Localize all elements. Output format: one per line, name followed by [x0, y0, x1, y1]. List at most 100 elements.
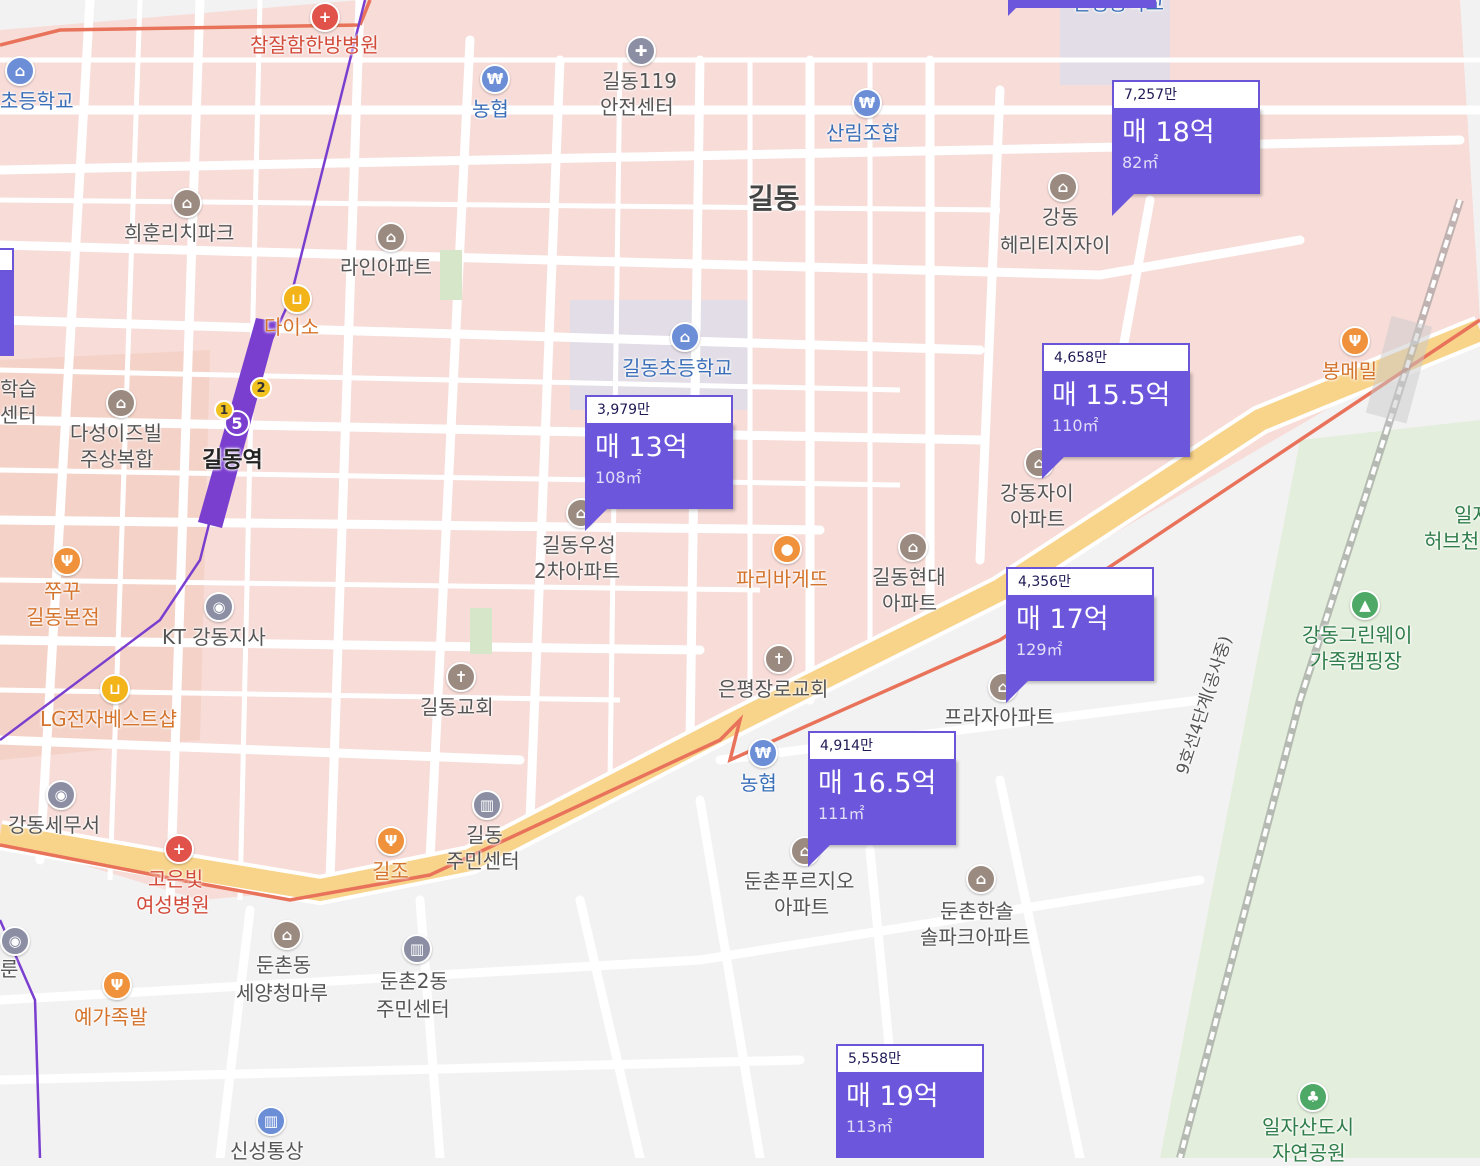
price-per-pyeong: 7,257만 — [1112, 80, 1260, 108]
dasung-label-1[interactable]: 다성이즈빌 — [70, 420, 162, 446]
learning-label-2[interactable]: 센터 — [0, 402, 37, 428]
restaurant-icon[interactable]: Ψ — [52, 546, 82, 576]
hansol-label-2[interactable]: 솔파크아파트 — [920, 924, 1030, 950]
gildong-xi-label-2[interactable]: 아파트 — [1010, 506, 1065, 532]
woosung-label-1[interactable]: 길동우성 — [542, 532, 616, 558]
church-icon[interactable]: ✝ — [446, 662, 476, 692]
eunpyung-church-label[interactable]: 은평장로교회 — [718, 676, 828, 702]
iljasan-label-2[interactable]: 자연공원 — [1272, 1140, 1346, 1166]
camping-label-1[interactable]: 강동그린웨이 — [1302, 622, 1412, 648]
restaurant-icon[interactable]: Ψ — [102, 970, 132, 1000]
fire-station-label-2[interactable]: 안전센터 — [600, 94, 674, 120]
listing-card[interactable]: 4,914만 매 16.5억 111㎡ — [808, 731, 956, 867]
school-icon[interactable]: ⌂ — [5, 56, 35, 86]
gildong-xi-label-1[interactable]: 강동자이 — [1000, 480, 1074, 506]
listing-card[interactable]: 3,979만 매 13억 108㎡ — [585, 395, 733, 531]
goeun-label-2[interactable]: 여성병원 — [136, 892, 210, 918]
camping-label-2[interactable]: 가족캠핑장 — [1310, 648, 1402, 674]
gildong-center-label-2[interactable]: 주민센터 — [446, 848, 520, 874]
apartment-icon[interactable]: ⌂ — [172, 188, 202, 218]
ilja-label-1[interactable]: 일자 — [1454, 502, 1480, 528]
jjugu-label-1[interactable]: 쭈꾸 — [44, 578, 81, 604]
office-icon[interactable]: ◉ — [0, 926, 30, 956]
paris-label[interactable]: 파리바게뜨 — [736, 566, 828, 592]
ilja-label-2[interactable]: 허브천 — [1424, 528, 1479, 554]
dunchon2-label-1[interactable]: 둔촌2동 — [380, 968, 448, 994]
bank-icon[interactable]: ₩ — [748, 738, 778, 768]
school-icon[interactable]: ⌂ — [670, 322, 700, 352]
listing-card[interactable]: 4,658만 매 15.5억 110㎡ — [1042, 343, 1190, 479]
hansol-label-1[interactable]: 둔촌한솔 — [940, 898, 1014, 924]
apartment-icon[interactable]: ⌂ — [272, 920, 302, 950]
learning-label-1[interactable]: 학습 — [0, 376, 37, 402]
shinsung-label[interactable]: 신성통상 — [230, 1138, 304, 1164]
hospital-icon[interactable]: + — [164, 834, 194, 864]
dunchon-seyang-label-1[interactable]: 둔촌동 — [256, 952, 311, 978]
office-icon[interactable]: ◉ — [204, 592, 234, 622]
shopping-icon[interactable]: ⊔ — [100, 674, 130, 704]
heritage-label-2[interactable]: 헤리티지자이 — [1000, 232, 1110, 258]
community-center-icon[interactable]: ▥ — [402, 934, 432, 964]
dunchon-seyang-label-2[interactable]: 세양청마루 — [236, 980, 328, 1006]
dasung-label-2[interactable]: 주상복합 — [80, 446, 154, 472]
restaurant-icon[interactable]: Ψ — [1340, 326, 1370, 356]
tax-office-label[interactable]: 강동세무서 — [8, 812, 100, 838]
bakery-icon[interactable]: ● — [772, 534, 802, 564]
giljo-label[interactable]: 길조 — [372, 858, 409, 884]
iljasan-label-1[interactable]: 일자산도시 — [1262, 1114, 1354, 1140]
apartment-icon[interactable]: ⌂ — [898, 532, 928, 562]
dunchon2-label-2[interactable]: 주민센터 — [376, 996, 450, 1022]
listing-card[interactable]: 5,558만 매 19억 113㎡ — [836, 1044, 984, 1158]
bank-icon[interactable]: ₩ — [480, 64, 510, 94]
community-center-icon[interactable]: ▥ — [472, 790, 502, 820]
apartment-icon[interactable]: ⌂ — [1048, 172, 1078, 202]
hospital-top-label[interactable]: 참잘함한방병원 — [250, 32, 379, 58]
sanrim-label[interactable]: 산림조합 — [826, 120, 900, 146]
praza-label[interactable]: 프라자아파트 — [944, 704, 1054, 730]
listing-card-partial-top[interactable] — [1010, 0, 1156, 8]
left-edge-label[interactable]: 룬 — [0, 956, 18, 982]
apartment-icon[interactable]: ⌂ — [966, 864, 996, 894]
listing-card[interactable]: 4,356만 매 17억 129㎡ — [1006, 567, 1154, 703]
gildong-church-label[interactable]: 길동교회 — [420, 694, 494, 720]
office-icon[interactable]: ◉ — [46, 780, 76, 810]
fire-station-label-1[interactable]: 길동119 — [602, 68, 677, 94]
building-icon[interactable]: ▥ — [256, 1106, 286, 1136]
shopping-icon[interactable]: ⊔ — [282, 284, 312, 314]
gildong-center-label-1[interactable]: 길동 — [466, 822, 503, 848]
woosung-label-2[interactable]: 2차아파트 — [534, 558, 620, 584]
goeun-label-1[interactable]: 고은빛 — [148, 866, 203, 892]
dunchon-pru-label-1[interactable]: 둔촌푸르지오 — [744, 868, 854, 894]
camping-icon[interactable]: ▲ — [1350, 590, 1380, 620]
dunchon-pru-label-2[interactable]: 아파트 — [774, 894, 829, 920]
apartment-icon[interactable]: ⌂ — [106, 388, 136, 418]
bongmemil-label[interactable]: 봉메밀 — [1322, 358, 1377, 384]
nonghyup-bottom-label[interactable]: 농협 — [740, 770, 777, 796]
nonghyup-top-label[interactable]: 농협 — [472, 96, 509, 122]
line-apt-label[interactable]: 라인아파트 — [340, 254, 432, 280]
park-icon[interactable]: ♣ — [1298, 1082, 1328, 1112]
restaurant-icon[interactable]: Ψ — [376, 826, 406, 856]
heehoon-label[interactable]: 희훈리치파크 — [124, 220, 234, 246]
price-per-pyeong: 3,979만 — [585, 395, 733, 423]
jjugu-label-2[interactable]: 길동본점 — [26, 604, 100, 630]
school-left-label[interactable]: 초등학교 — [0, 88, 74, 114]
exit-1-badge[interactable]: 1 — [214, 400, 234, 420]
hyundai-label-2[interactable]: 아파트 — [882, 590, 937, 616]
apartment-icon[interactable]: ⌂ — [376, 222, 406, 252]
lg-label[interactable]: LG전자베스트샵 — [40, 706, 177, 732]
hospital-icon[interactable]: + — [310, 2, 340, 32]
gildong-school-label[interactable]: 길동초등학교 — [622, 355, 732, 381]
exit-2-badge[interactable]: 2 — [250, 377, 272, 399]
heritage-label-1[interactable]: 강동 — [1042, 204, 1079, 230]
listing-card[interactable]: 7,257만 매 18억 82㎡ — [1112, 80, 1260, 216]
church-icon[interactable]: ✝ — [764, 644, 794, 674]
station-label[interactable]: 길동역 — [202, 448, 263, 474]
hyundai-label-1[interactable]: 길동현대 — [872, 564, 946, 590]
fire-station-icon[interactable]: ✚ — [626, 36, 656, 66]
daiso-label[interactable]: 다이소 — [264, 314, 319, 340]
yega-label[interactable]: 예가족발 — [74, 1004, 148, 1030]
kt-label[interactable]: KT 강동지사 — [162, 624, 266, 650]
bank-icon[interactable]: ₩ — [852, 88, 882, 118]
card-pointer — [808, 845, 830, 867]
